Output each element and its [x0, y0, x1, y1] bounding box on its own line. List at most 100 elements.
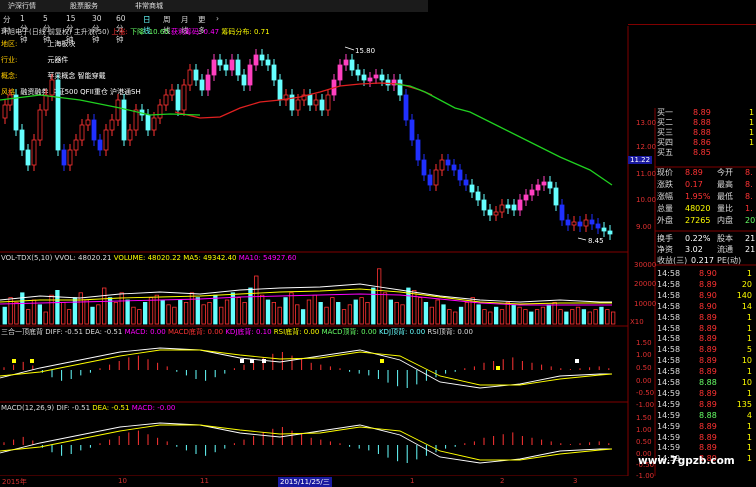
tick-row: 14:58 8.89 1: [655, 333, 756, 344]
volume-bar: [523, 309, 528, 325]
candle: [31, 139, 37, 166]
candle: [583, 219, 589, 227]
candle: [337, 64, 343, 81]
candle: [229, 59, 235, 71]
volume-bar: [412, 289, 417, 325]
volume-bar: [318, 301, 323, 325]
tick-time: 14:58: [657, 356, 681, 366]
candle: [547, 181, 553, 189]
tick-price: 8.90: [699, 290, 717, 300]
volume-bar: [219, 306, 224, 325]
macd-indicator-name: MACD(12,26,9): [1, 404, 55, 412]
candle: [589, 219, 595, 225]
candle: [271, 64, 277, 81]
quote-value2: 8.: [745, 180, 753, 189]
tick-volume: 4: [746, 410, 752, 420]
date-label: 3: [573, 477, 578, 485]
volume-bar: [66, 309, 72, 325]
tick-row: 14:59 8.89 1: [655, 442, 756, 453]
quote-value: 8.89: [685, 168, 703, 177]
quote-label: 外盘: [657, 216, 673, 225]
tick-volume: 1: [746, 312, 752, 322]
volume-bar: [534, 309, 540, 325]
tick-volume: 1: [746, 334, 752, 344]
signal-tick: -1.00: [636, 401, 655, 409]
quote-label2: 最低: [717, 192, 733, 201]
candle: [421, 159, 427, 176]
order-price: 8.88: [693, 128, 711, 137]
quote-turnover: 换手 0.22% 股本 21.8: [655, 234, 756, 244]
order-row: 买一 8.89 1: [655, 108, 756, 118]
volume-bar: [394, 301, 399, 325]
volume-bar: [102, 287, 107, 325]
candle: [163, 94, 169, 106]
volume-bar: [195, 297, 200, 325]
macd-value: MACD: -0.00: [131, 404, 176, 412]
candle: [289, 94, 295, 111]
volume-bar: [254, 275, 259, 325]
order-price: 8.89: [693, 108, 711, 117]
stock-terminal: 沪深行情 股票服务 非常商城 分时 1分钟 5分钟 15分钟 30分钟 60分钟 日线 周线月…: [0, 0, 756, 487]
tick-row: 14:58 8.89 1: [655, 312, 756, 323]
candle: [49, 79, 55, 96]
watermark: www.7gpzb.com: [638, 455, 735, 467]
signal-indicator-name: 三合一顶底背: [1, 328, 43, 336]
quote-label: 涨幅: [657, 192, 673, 201]
quote-value2: 8.: [745, 168, 753, 177]
ma5-value: MA5: 49342.40: [183, 254, 237, 262]
candle: [409, 119, 415, 141]
tick-time: 14:59: [657, 421, 681, 431]
volume-bar: [376, 268, 382, 325]
macd-dea: [0, 424, 613, 461]
date-label: 11: [200, 477, 209, 485]
tick-volume: 1: [746, 432, 752, 442]
candle: [463, 179, 469, 186]
signal-diff: [0, 347, 612, 389]
candle: [145, 114, 151, 131]
order-row: 买四 8.86 1: [655, 138, 756, 148]
quote-label: 现价: [657, 168, 673, 177]
volume-bar: [90, 306, 95, 325]
low-price-mark: 8.45: [588, 237, 604, 245]
quote-label2: 内盘: [717, 216, 733, 225]
date-label: 10: [118, 477, 127, 485]
candle: [577, 221, 583, 227]
quote-label2: 流通: [717, 245, 733, 254]
candle: [367, 77, 373, 82]
volume-bar: [575, 306, 581, 325]
tick-price: 8.89: [699, 356, 717, 366]
volume-bar: [441, 304, 446, 325]
volume-bar: [25, 309, 31, 325]
quote-label2: 股本: [717, 234, 733, 243]
volume-bar: [417, 297, 423, 325]
order-row: 买三 8.88 1: [655, 128, 756, 138]
volume-bar: [435, 299, 440, 325]
ma-line-green-left: [0, 94, 201, 116]
signal-macd-bottom: MACD底背: 0.00: [167, 328, 224, 336]
candle: [493, 211, 499, 216]
signal-diff: DIFF: -0.51: [45, 328, 83, 336]
candle: [73, 139, 79, 151]
price-tick: 12.00: [636, 143, 657, 151]
volume-bar: [271, 301, 277, 325]
candle: [415, 139, 421, 161]
order-qty: 1: [749, 128, 755, 137]
candle: [553, 187, 559, 206]
volume-bar: [599, 306, 604, 325]
quote-now: 现价 8.89 今开 8.: [655, 168, 756, 178]
volume-header: VOL-TDX(5,10) VVOL: 48020.21 VOLUME: 480…: [1, 254, 296, 263]
volume-bar: [529, 311, 534, 325]
volume-bar: [72, 297, 78, 325]
order-label: 买一: [657, 108, 673, 117]
tick-price: 8.89: [699, 443, 717, 453]
candle: [445, 159, 451, 166]
candle: [151, 117, 157, 131]
tick-price: 8.89: [699, 323, 717, 333]
candle: [319, 99, 325, 111]
volume-bar: [365, 301, 370, 325]
tick-row: 14:58 8.89 1: [655, 366, 756, 377]
quote-label: 总量: [657, 204, 673, 213]
candle: [571, 221, 577, 226]
candle: [397, 79, 403, 96]
tick-row: 14:58 8.90 1: [655, 268, 756, 279]
